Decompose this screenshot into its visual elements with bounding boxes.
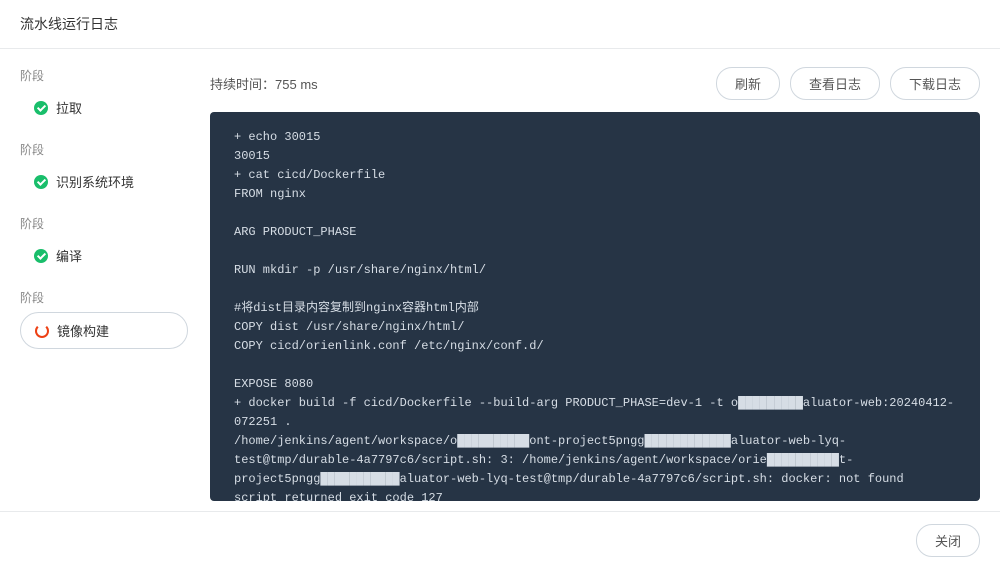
stage-sidebar: 阶段 拉取 阶段 识别系统环境 阶段 编译 bbox=[0, 49, 200, 511]
stage-label: 阶段 bbox=[20, 141, 188, 158]
check-icon bbox=[34, 249, 48, 263]
log-modal: 流水线运行日志 阶段 拉取 阶段 识别系统环境 阶段 bbox=[0, 0, 1000, 569]
modal-body: 阶段 拉取 阶段 识别系统环境 阶段 编译 bbox=[0, 49, 1000, 511]
stage-label: 阶段 bbox=[20, 289, 188, 306]
stage-item-label: 识别系统环境 bbox=[56, 172, 134, 191]
check-icon bbox=[34, 101, 48, 115]
close-button[interactable]: 关闭 bbox=[916, 524, 980, 557]
duration-label: 持续时间： bbox=[210, 77, 275, 92]
main-panel: 持续时间：755 ms 刷新 查看日志 下载日志 + echo 30015 30… bbox=[200, 49, 1000, 511]
stage-item-compile[interactable]: 编译 bbox=[20, 238, 188, 273]
modal-footer: 关闭 bbox=[0, 511, 1000, 569]
action-buttons: 刷新 查看日志 下载日志 bbox=[716, 67, 980, 100]
stage-item-label: 编译 bbox=[56, 246, 82, 265]
modal-title: 流水线运行日志 bbox=[20, 16, 118, 32]
stage-item-label: 拉取 bbox=[56, 98, 82, 117]
stage-block: 阶段 镜像构建 bbox=[20, 289, 188, 349]
stage-item-label: 镜像构建 bbox=[57, 321, 109, 340]
duration-value: 755 ms bbox=[275, 77, 318, 92]
stage-label: 阶段 bbox=[20, 215, 188, 232]
stage-item-pull[interactable]: 拉取 bbox=[20, 90, 188, 125]
stage-block: 阶段 编译 bbox=[20, 215, 188, 273]
log-console[interactable]: + echo 30015 30015 + cat cicd/Dockerfile… bbox=[210, 112, 980, 501]
spinner-icon bbox=[35, 324, 49, 338]
download-log-button[interactable]: 下载日志 bbox=[890, 67, 980, 100]
stage-item-image-build[interactable]: 镜像构建 bbox=[20, 312, 188, 349]
stage-item-detect-env[interactable]: 识别系统环境 bbox=[20, 164, 188, 199]
duration-text: 持续时间：755 ms bbox=[210, 74, 318, 93]
view-log-button[interactable]: 查看日志 bbox=[790, 67, 880, 100]
refresh-button[interactable]: 刷新 bbox=[716, 67, 780, 100]
top-row: 持续时间：755 ms 刷新 查看日志 下载日志 bbox=[210, 67, 980, 100]
stage-block: 阶段 识别系统环境 bbox=[20, 141, 188, 199]
check-icon bbox=[34, 175, 48, 189]
stage-block: 阶段 拉取 bbox=[20, 67, 188, 125]
stage-label: 阶段 bbox=[20, 67, 188, 84]
modal-header: 流水线运行日志 bbox=[0, 0, 1000, 49]
